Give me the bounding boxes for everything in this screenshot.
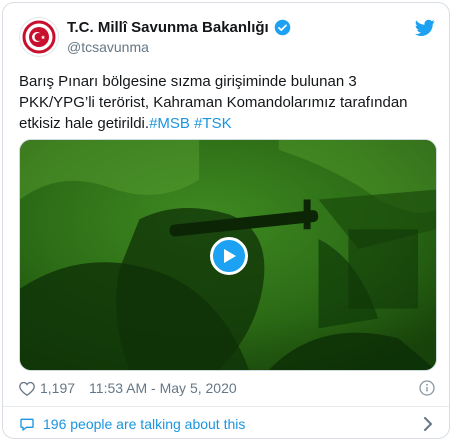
divider (3, 406, 449, 407)
chevron-right-icon (424, 417, 432, 431)
tweet-header: T.C. Millî Savunma Bakanlığı @tcsavunma (19, 17, 435, 61)
embedded-tweet-card: T.C. Millî Savunma Bakanlığı @tcsavunma … (2, 2, 450, 439)
video-player[interactable] (19, 139, 437, 371)
tweet-meta: 1,197 11:53 AM - May 5, 2020 (19, 379, 237, 397)
handle[interactable]: @tcsavunma (67, 39, 149, 55)
hashtag-tsk[interactable]: #TSK (194, 115, 232, 132)
info-icon[interactable] (419, 380, 435, 396)
play-button[interactable] (210, 237, 248, 275)
hashtag-msb[interactable]: #MSB (149, 115, 190, 132)
talk-label: 196 people are talking about this (43, 416, 246, 432)
like-count: 1,197 (40, 380, 76, 396)
verified-badge-icon (274, 19, 291, 36)
avatar[interactable] (19, 17, 59, 57)
twitter-bird-icon[interactable] (415, 19, 435, 37)
timestamp[interactable]: 11:53 AM - May 5, 2020 (89, 380, 237, 396)
heart-icon (19, 381, 35, 396)
reply-bubble-icon (20, 418, 34, 431)
display-name[interactable]: T.C. Millî Savunma Bakanlığı (67, 19, 269, 36)
conversation-link[interactable]: 196 people are talking about this (19, 413, 435, 435)
tweet-text: Barış Pınarı bölgesine sızma girişiminde… (19, 71, 435, 134)
play-icon (224, 249, 236, 263)
like-button[interactable]: 1,197 (19, 380, 75, 396)
ministry-seal-icon (22, 20, 56, 54)
